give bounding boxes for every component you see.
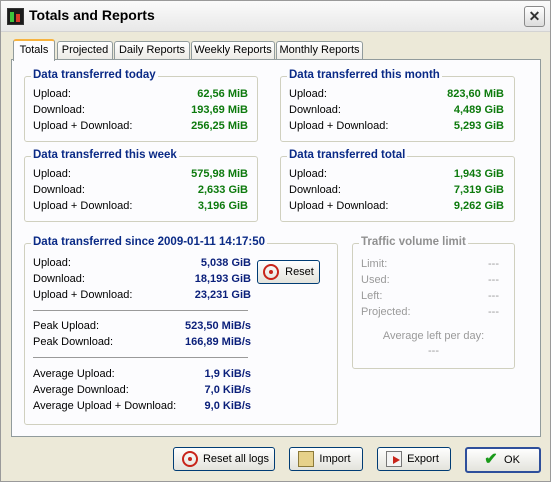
divider [33,310,248,311]
row-label: Upload + Download: [33,120,133,132]
row-value: 575,98 MiB [191,168,248,180]
row-value: 23,231 GiB [194,289,251,301]
row-value: 523,50 MiB/s [184,320,251,332]
close-button[interactable]: ✕ [524,6,545,27]
row-value: --- [488,258,499,270]
group-total: Data transferred total Upload: 1,943 GiB… [280,149,515,222]
dialog-window: Totals and Reports ✕ Totals Projected Da… [0,0,551,482]
row-value: 823,60 MiB [447,88,504,100]
row-label: Upload: [33,88,71,100]
row-label: Upload + Download: [33,200,133,212]
group-title-total: Data transferred total [287,149,408,161]
row-value: --- [488,290,499,302]
group-today: Data transferred today Upload: 62,56 MiB… [24,69,258,142]
row-label: Download: [33,184,85,196]
row-value: 166,89 MiB/s [184,336,251,348]
reset-button[interactable]: Reset [257,260,320,284]
row-value: --- [488,306,499,318]
reset-all-logs-label: Reset all logs [202,453,270,465]
ok-button[interactable]: ✔ OK [465,447,541,473]
tab-monthly-reports[interactable]: Monthly Reports [276,41,363,59]
row-label: Average Download: [33,384,129,396]
export-label: Export [407,453,439,465]
row-value: 193,69 MiB [191,104,248,116]
row-label: Upload: [289,168,327,180]
refresh-icon [263,264,279,280]
row-label: Upload: [289,88,327,100]
group-since: Data transferred since 2009-01-11 14:17:… [24,236,338,425]
row-value: 1,9 KiB/s [204,368,251,380]
tab-projected[interactable]: Projected [57,41,113,59]
row-label: Upload: [33,168,71,180]
row-value: 7,0 KiB/s [204,384,251,396]
row-value: 18,193 GiB [194,273,251,285]
row-label: Average Upload + Download: [33,400,177,412]
group-month: Data transferred this month Upload: 823,… [280,69,515,142]
group-title-limit: Traffic volume limit [359,236,468,248]
app-traffic-icon [7,8,24,25]
row-label: Projected: [361,306,411,318]
row-value: 2,633 GiB [197,184,248,196]
row-label: Average Upload: [33,368,115,380]
export-button[interactable]: Export [377,447,451,471]
row-value: 62,56 MiB [197,88,248,100]
row-label: Download: [289,184,341,196]
avg-left-value: --- [428,345,439,357]
row-value: 9,0 KiB/s [204,400,251,412]
totals-panel: Data transferred today Upload: 62,56 MiB… [11,59,541,437]
row-value: 1,943 GiB [453,168,504,180]
row-label: Upload + Download: [33,289,133,301]
row-label: Upload + Download: [289,200,389,212]
group-title-month: Data transferred this month [287,69,442,81]
import-button[interactable]: Import [289,447,363,471]
import-label: Import [319,453,351,465]
row-label: Peak Upload: [33,320,100,332]
group-title-today: Data transferred today [31,69,158,81]
tab-totals[interactable]: Totals [13,39,55,61]
row-value: 3,196 GiB [197,200,248,212]
group-title-week: Data transferred this week [31,149,179,161]
row-label: Upload + Download: [289,120,389,132]
row-value: 9,262 GiB [453,200,504,212]
reset-all-logs-button[interactable]: Reset all logs [173,447,275,471]
row-label: Upload: [33,257,71,269]
row-value: --- [488,274,499,286]
group-week: Data transferred this week Upload: 575,9… [24,149,258,222]
refresh-icon [182,451,198,467]
row-label: Left: [361,290,383,302]
group-title-since: Data transferred since 2009-01-11 14:17:… [31,236,268,248]
row-value: 5,293 GiB [453,120,504,132]
row-label: Download: [33,273,85,285]
row-label: Limit: [361,258,388,270]
row-label: Download: [289,104,341,116]
ok-label: OK [504,454,520,466]
row-value: 7,319 GiB [453,184,504,196]
tab-weekly-reports[interactable]: Weekly Reports [191,41,275,59]
avg-left-label: Average left per day: [382,330,485,342]
divider [33,357,248,358]
title-bar: Totals and Reports ✕ [1,1,550,32]
row-value: 256,25 MiB [191,120,248,132]
reset-button-label: Reset [285,266,314,278]
row-label: Download: [33,104,85,116]
tab-daily-reports[interactable]: Daily Reports [114,41,190,59]
row-label: Used: [361,274,390,286]
row-value: 5,038 GiB [200,257,251,269]
group-traffic-limit: Traffic volume limit Limit: --- Used: --… [352,236,515,369]
row-label: Peak Download: [33,336,114,348]
row-value: 4,489 GiB [453,104,504,116]
window-title: Totals and Reports [29,7,155,23]
